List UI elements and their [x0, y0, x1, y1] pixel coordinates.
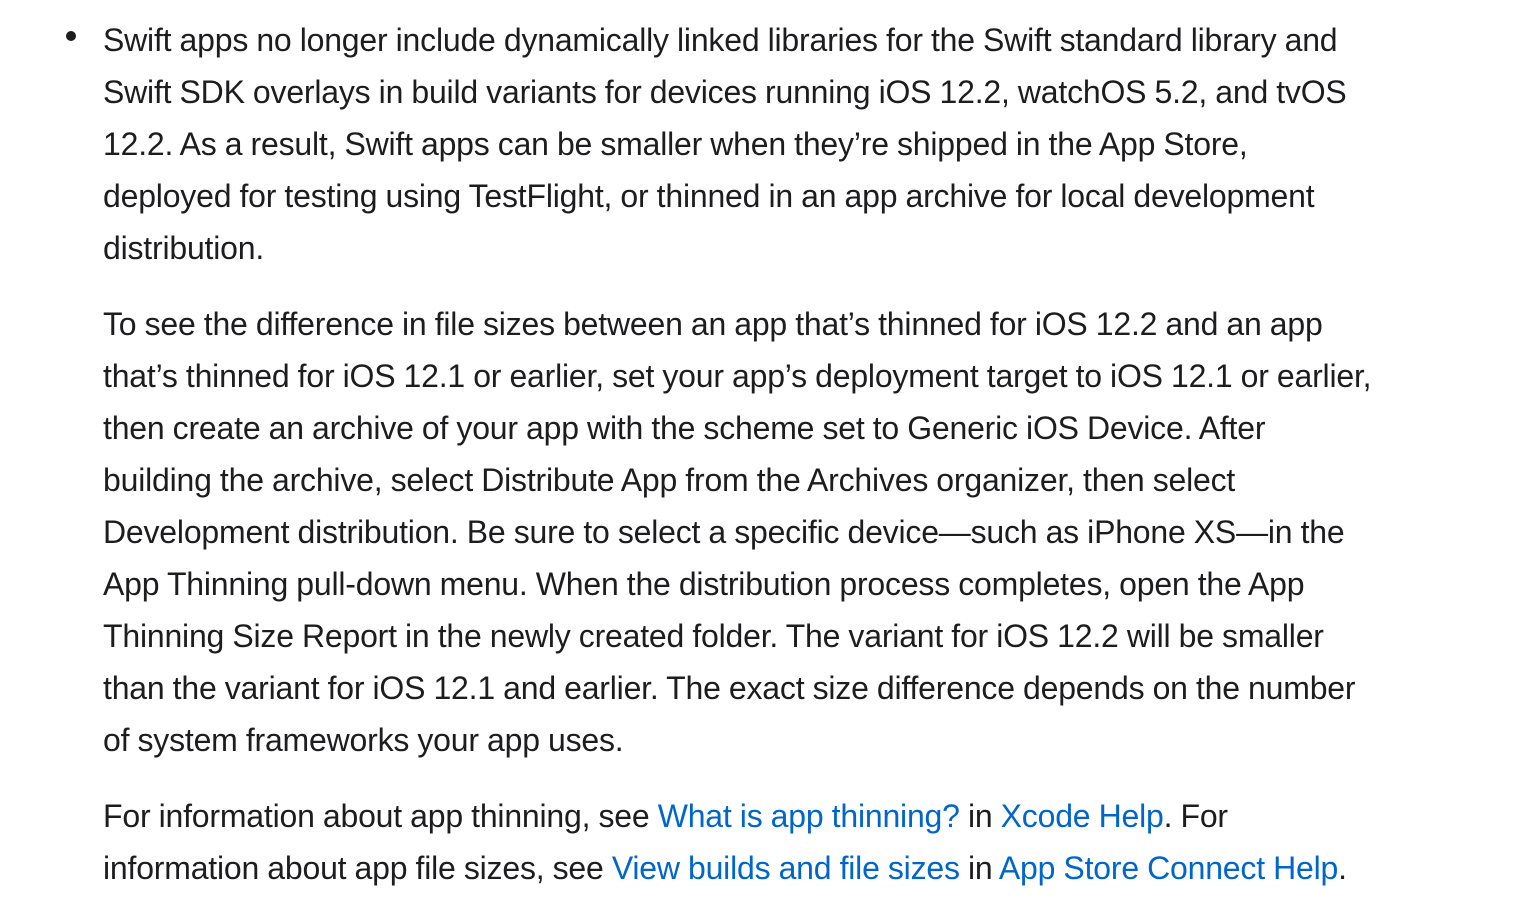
info-text: in — [959, 798, 1001, 834]
text-line: Swift apps no longer include dynamically… — [103, 22, 1338, 58]
text-line: that’s thinned for iOS 12.1 or earlier, … — [103, 358, 1372, 394]
text-line: 12.2. As a result, Swift apps can be sma… — [103, 126, 1248, 162]
text-line: of system frameworks your app uses. — [103, 722, 624, 758]
app-store-connect-help-link[interactable]: App Store Connect Help — [999, 850, 1338, 886]
release-notes-list: Swift apps no longer include dynamically… — [0, 14, 1532, 918]
info-text: . For — [1163, 798, 1228, 834]
info-text: in — [959, 850, 999, 886]
text-line: building the archive, select Distribute … — [103, 462, 1236, 498]
info-text: . — [1338, 850, 1347, 886]
list-item: Swift apps no longer include dynamically… — [0, 14, 1532, 894]
info-text: For information about app thinning, see — [103, 798, 658, 834]
app-thinning-link[interactable]: What is app thinning? — [658, 798, 960, 834]
info-text: information about app file sizes, see — [103, 850, 612, 886]
view-builds-link[interactable]: View builds and file sizes — [612, 850, 960, 886]
bullet-icon — [66, 31, 76, 41]
text-line: information about app file sizes, see Vi… — [103, 842, 1492, 894]
text-line: then create an archive of your app with … — [103, 410, 1266, 446]
text-line: App Thinning pull-down menu. When the di… — [103, 566, 1305, 602]
text-line: To see the difference in file sizes betw… — [103, 306, 1323, 342]
paragraph-more-information: For information about app thinning, see … — [103, 790, 1492, 894]
text-line: Development distribution. Be sure to sel… — [103, 514, 1345, 550]
xcode-help-link[interactable]: Xcode Help — [1001, 798, 1164, 834]
text-line: distribution. — [103, 230, 265, 266]
text-line: than the variant for iOS 12.1 and earlie… — [103, 670, 1356, 706]
text-line: Swift SDK overlays in build variants for… — [103, 74, 1347, 110]
paragraph-swift-libraries: Swift apps no longer include dynamically… — [103, 14, 1492, 274]
paragraph-file-size-difference: To see the difference in file sizes betw… — [103, 298, 1492, 766]
text-line: For information about app thinning, see … — [103, 790, 1492, 842]
text-line: deployed for testing using TestFlight, o… — [103, 178, 1315, 214]
text-line: Thinning Size Report in the newly create… — [103, 618, 1324, 654]
